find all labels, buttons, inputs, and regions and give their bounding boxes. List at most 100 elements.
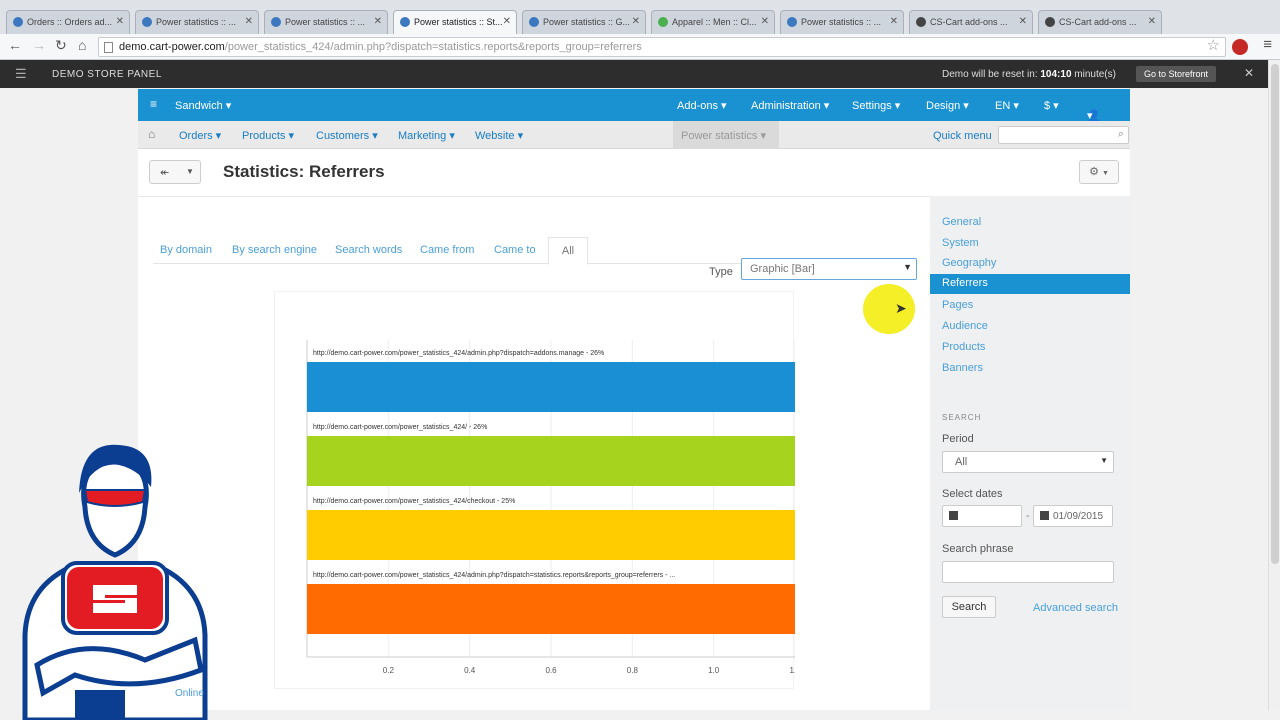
- close-tab-icon[interactable]: ✕: [245, 11, 253, 33]
- favicon-icon: [1045, 17, 1055, 27]
- period-select[interactable]: All ▼: [942, 451, 1114, 473]
- nav-marketing[interactable]: Marketing ▾: [398, 129, 455, 142]
- superhero-mascot-logo: [22, 444, 208, 720]
- advanced-search-link[interactable]: Advanced search: [1033, 602, 1118, 614]
- demo-store-panel: ☰ DEMO STORE PANEL Demo will be reset in…: [0, 60, 1268, 88]
- favicon-icon: [658, 17, 668, 27]
- browser-tab-strip: Orders :: Orders ad... ✕ Power statistics…: [0, 0, 1280, 34]
- store-selector[interactable]: Sandwich ▾: [175, 99, 231, 112]
- tab-search-words[interactable]: Search words: [335, 244, 402, 256]
- nav-currency[interactable]: $ ▾: [1044, 99, 1059, 112]
- date-separator: -: [1026, 510, 1030, 522]
- quick-search-input[interactable]: ⌕: [998, 126, 1129, 144]
- sidebar-item-system[interactable]: System: [942, 237, 979, 249]
- tab-by-search-engine[interactable]: By search engine: [232, 244, 317, 256]
- browser-menu-icon[interactable]: ≡: [1263, 36, 1272, 53]
- x-tick-label: 0.4: [464, 666, 476, 675]
- home-icon[interactable]: ⌂: [148, 127, 155, 141]
- page-title: Statistics: Referrers: [223, 162, 385, 181]
- sidebar-item-referrers[interactable]: Referrers: [930, 274, 1130, 294]
- search-icon[interactable]: ⌕: [1118, 128, 1124, 141]
- bar-label: http://demo.cart-power.com/power_statist…: [313, 350, 604, 357]
- sidebar-item-banners[interactable]: Banners: [942, 362, 983, 374]
- tab-by-domain[interactable]: By domain: [160, 244, 212, 256]
- browser-tab[interactable]: Apparel :: Men :: Cl... ✕: [651, 10, 775, 34]
- page-content: ↞ ▼ Statistics: Referrers ⚙ ▼ By domain B…: [138, 149, 1130, 710]
- date-to-input[interactable]: 01/09/2015: [1033, 505, 1113, 527]
- nav-orders[interactable]: Orders ▾: [179, 129, 221, 142]
- search-phrase-input[interactable]: [942, 561, 1114, 583]
- browser-tab[interactable]: CS-Cart add-ons ... ✕: [909, 10, 1033, 34]
- x-tick-label: 1.0: [708, 666, 720, 675]
- go-to-storefront-button[interactable]: Go to Storefront: [1136, 66, 1217, 82]
- forward-arrow-icon[interactable]: →: [32, 37, 46, 53]
- calendar-icon[interactable]: [1040, 511, 1049, 520]
- referrers-bar-chart: http://demo.cart-power.com/power_statist…: [306, 340, 795, 675]
- favicon-icon: [916, 17, 926, 27]
- gear-icon: ⚙: [1089, 166, 1099, 178]
- close-tab-icon[interactable]: ✕: [1019, 11, 1027, 33]
- browser-tab-active[interactable]: Power statistics :: St... ✕: [393, 10, 517, 34]
- nav-administration[interactable]: Administration ▾: [751, 99, 829, 112]
- x-tick-label: 1.2: [789, 666, 795, 675]
- sidebar-item-geography[interactable]: Geography: [942, 257, 996, 269]
- period-label: Period: [942, 433, 974, 445]
- chevron-down-icon[interactable]: ▼: [186, 167, 194, 176]
- tab-came-to[interactable]: Came to: [494, 244, 536, 256]
- sidebar-item-general[interactable]: General: [942, 216, 981, 228]
- nav-power-statistics[interactable]: Power statistics ▾: [673, 121, 779, 149]
- scrollbar-thumb[interactable]: [1271, 64, 1279, 564]
- quick-menu-link[interactable]: Quick menu: [933, 130, 992, 142]
- page-scrollbar[interactable]: [1268, 60, 1280, 710]
- back-button[interactable]: ↞ ▼: [149, 160, 201, 184]
- nav-language[interactable]: EN ▾: [995, 99, 1019, 112]
- back-arrow-icon[interactable]: ←: [8, 37, 22, 53]
- home-icon[interactable]: ⌂: [78, 37, 86, 53]
- report-sidebar: General System Geography Referrers Pages…: [930, 196, 1130, 710]
- favicon-icon: [271, 17, 281, 27]
- online-link[interactable]: Online: [175, 688, 204, 699]
- chart-type-select[interactable]: Graphic [Bar] ▼: [741, 258, 917, 280]
- close-tab-icon[interactable]: ✕: [374, 11, 382, 33]
- close-tab-icon[interactable]: ✕: [632, 11, 640, 33]
- nav-settings[interactable]: Settings ▾: [852, 99, 900, 112]
- tab-came-from[interactable]: Came from: [420, 244, 474, 256]
- bar: [307, 584, 795, 634]
- close-tab-icon[interactable]: ✕: [761, 11, 769, 33]
- sidebar-item-products[interactable]: Products: [942, 341, 985, 353]
- close-tab-icon[interactable]: ✕: [1148, 11, 1156, 33]
- close-panel-icon[interactable]: ✕: [1244, 66, 1254, 80]
- menu-icon[interactable]: ☰: [15, 66, 27, 82]
- close-tab-icon[interactable]: ✕: [116, 11, 124, 33]
- close-tab-icon[interactable]: ✕: [890, 11, 898, 33]
- x-tick-label: 0.6: [545, 666, 557, 675]
- browser-tab[interactable]: Power statistics :: ... ✕: [780, 10, 904, 34]
- sidebar-item-pages[interactable]: Pages: [942, 299, 973, 311]
- date-from-input[interactable]: [942, 505, 1022, 527]
- extension-icon[interactable]: [1232, 39, 1248, 55]
- chart-frame: http://demo.cart-power.com/power_statist…: [274, 291, 795, 689]
- address-bar[interactable]: demo.cart-power.com/power_statistics_424…: [98, 37, 1226, 57]
- type-label: Type: [709, 266, 733, 278]
- nav-website[interactable]: Website ▾: [475, 129, 523, 142]
- browser-tab[interactable]: CS-Cart add-ons ... ✕: [1038, 10, 1162, 34]
- browser-tab[interactable]: Power statistics :: G... ✕: [522, 10, 646, 34]
- cursor-highlight: [863, 284, 915, 334]
- tab-all[interactable]: All: [548, 237, 588, 265]
- nav-design[interactable]: Design ▾: [926, 99, 969, 112]
- settings-gear-button[interactable]: ⚙ ▼: [1079, 160, 1119, 184]
- bookmark-star-icon[interactable]: ☆: [1207, 36, 1220, 54]
- nav-products[interactable]: Products ▾: [242, 129, 294, 142]
- sidebar-item-audience[interactable]: Audience: [942, 320, 988, 332]
- browser-tab[interactable]: Power statistics :: ... ✕: [135, 10, 259, 34]
- calendar-icon[interactable]: [949, 511, 958, 520]
- search-button[interactable]: Search: [942, 596, 996, 618]
- reload-icon[interactable]: ↻: [55, 37, 67, 54]
- browser-tab[interactable]: Power statistics :: ... ✕: [264, 10, 388, 34]
- nav-customers[interactable]: Customers ▾: [316, 129, 378, 142]
- nav-addons[interactable]: Add-ons ▾: [677, 99, 727, 112]
- close-tab-icon[interactable]: ✕: [503, 11, 511, 33]
- menu-icon[interactable]: ≡: [150, 97, 157, 111]
- search-phrase-label: Search phrase: [942, 543, 1014, 555]
- browser-tab[interactable]: Orders :: Orders ad... ✕: [6, 10, 130, 34]
